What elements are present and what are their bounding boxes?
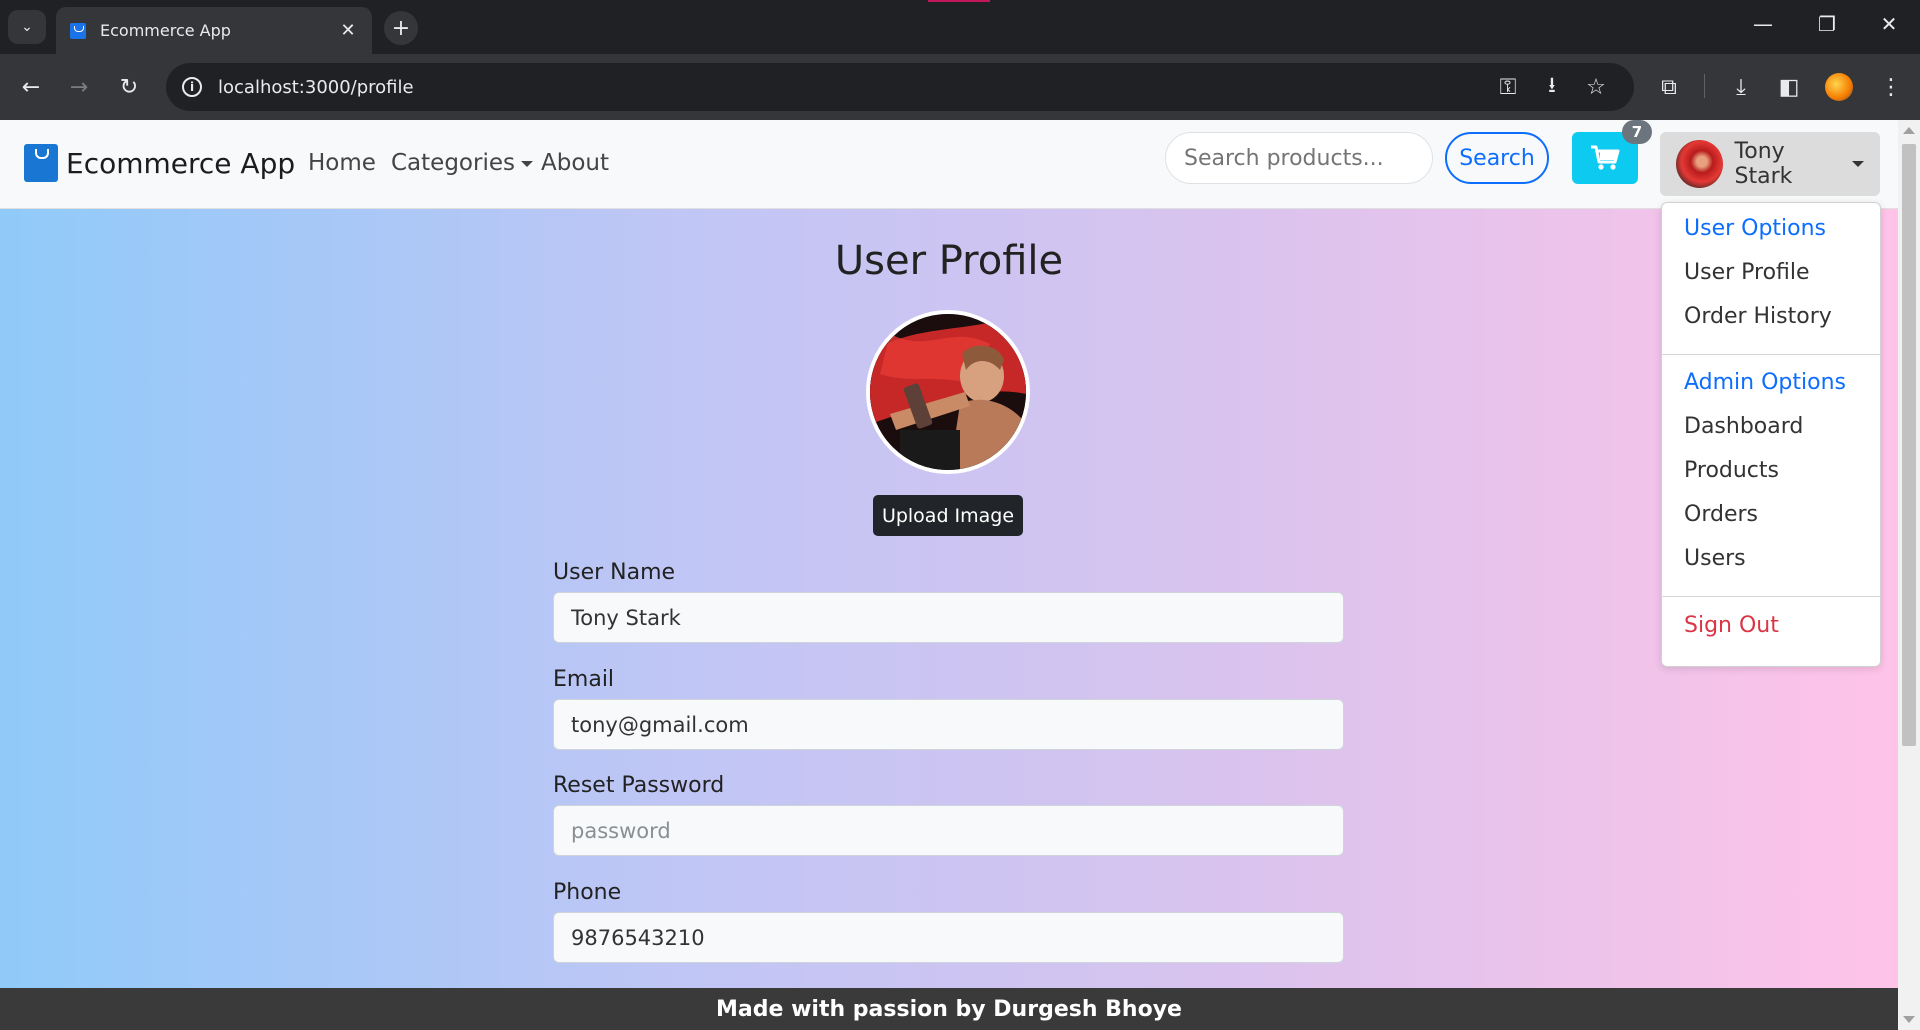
email-field[interactable] bbox=[553, 699, 1344, 750]
menu-item-dashboard[interactable]: Dashboard bbox=[1684, 414, 1803, 439]
user-dropdown-menu: User Options User Profile Order History … bbox=[1661, 202, 1881, 667]
phone-field[interactable] bbox=[553, 912, 1344, 963]
password-field[interactable] bbox=[553, 805, 1344, 856]
search-button[interactable]: Search bbox=[1445, 132, 1549, 184]
restore-icon[interactable]: ❐ bbox=[1812, 12, 1842, 36]
dropdown-header-admin: Admin Options bbox=[1684, 370, 1846, 395]
browser-tabbar: ⌄ Ecommerce App ✕ + — ❐ ✕ bbox=[0, 0, 1920, 54]
upload-image-button[interactable]: Upload Image bbox=[873, 495, 1023, 536]
download-icon[interactable]: ⤓ bbox=[1724, 70, 1758, 104]
recording-indicator bbox=[928, 0, 990, 2]
sidepanel-icon[interactable]: ◧ bbox=[1772, 70, 1806, 104]
dropdown-divider bbox=[1662, 354, 1880, 355]
user-name: Tony Stark bbox=[1734, 139, 1793, 189]
nav-categories[interactable]: Categories bbox=[391, 150, 533, 176]
username-label: User Name bbox=[553, 560, 676, 585]
menu-icon[interactable]: ⋮ bbox=[1874, 70, 1908, 104]
back-icon[interactable]: ← bbox=[14, 70, 48, 104]
install-icon[interactable]: ⭳ bbox=[1530, 68, 1574, 106]
password-label: Reset Password bbox=[553, 773, 725, 798]
tab-search-icon[interactable]: ⌄ bbox=[8, 10, 46, 44]
toolbar-divider bbox=[1704, 74, 1705, 98]
nav-home[interactable]: Home bbox=[308, 150, 376, 176]
user-menu-button[interactable]: Tony Stark bbox=[1660, 132, 1880, 196]
scroll-thumb[interactable] bbox=[1902, 144, 1916, 746]
profile-image bbox=[866, 310, 1030, 474]
nav-about[interactable]: About bbox=[541, 150, 609, 176]
page-scrollbar[interactable] bbox=[1898, 120, 1920, 1030]
browser-toolbar: ← → ↻ i localhost:3000/profile ⚿ ⭳ ☆ ⧉ ⤓… bbox=[0, 54, 1920, 120]
star-icon[interactable]: ☆ bbox=[1574, 75, 1618, 100]
menu-item-products[interactable]: Products bbox=[1684, 458, 1779, 483]
footer: Made with passion by Durgesh Bhoye bbox=[0, 988, 1898, 1030]
scroll-down-icon[interactable] bbox=[1903, 1016, 1915, 1023]
info-icon[interactable]: i bbox=[182, 77, 202, 97]
key-icon[interactable]: ⚿ bbox=[1486, 75, 1530, 100]
forward-icon[interactable]: → bbox=[62, 70, 96, 104]
close-icon[interactable]: ✕ bbox=[338, 20, 358, 41]
search-input[interactable] bbox=[1165, 132, 1433, 184]
menu-item-sign-out[interactable]: Sign Out bbox=[1684, 613, 1779, 638]
url-text[interactable]: localhost:3000/profile bbox=[218, 77, 1486, 98]
app-navbar: Ecommerce App Home Categories About Sear… bbox=[0, 120, 1898, 209]
reload-icon[interactable]: ↻ bbox=[112, 70, 146, 104]
scroll-up-icon[interactable] bbox=[1903, 127, 1915, 134]
page-title: User Profile bbox=[834, 238, 1064, 284]
username-field[interactable] bbox=[553, 592, 1344, 643]
profile-picture-art bbox=[870, 314, 1026, 470]
minimize-icon[interactable]: — bbox=[1748, 12, 1778, 36]
chevron-down-icon bbox=[1852, 161, 1864, 167]
cart-icon bbox=[1591, 145, 1620, 170]
email-label: Email bbox=[553, 667, 615, 692]
avatar bbox=[1676, 140, 1723, 188]
favicon-icon bbox=[70, 22, 86, 39]
phone-label: Phone bbox=[553, 880, 622, 905]
page-viewport: Ecommerce App Home Categories About Sear… bbox=[0, 120, 1898, 1030]
extensions-icon[interactable]: ⧉ bbox=[1652, 70, 1686, 104]
dropdown-header-user: User Options bbox=[1684, 216, 1827, 241]
menu-item-user-profile[interactable]: User Profile bbox=[1684, 260, 1810, 285]
menu-item-orders[interactable]: Orders bbox=[1684, 502, 1758, 527]
menu-item-order-history[interactable]: Order History bbox=[1684, 304, 1832, 329]
cart-count-badge: 7 bbox=[1622, 120, 1652, 144]
chevron-down-icon bbox=[520, 160, 533, 167]
menu-item-users[interactable]: Users bbox=[1684, 546, 1746, 571]
shopping-bag-icon bbox=[24, 144, 58, 182]
tab-title: Ecommerce App bbox=[100, 21, 231, 40]
nav-categories-label: Categories bbox=[391, 150, 515, 176]
new-tab-icon[interactable]: + bbox=[384, 11, 418, 45]
dropdown-divider bbox=[1662, 596, 1880, 597]
profile-avatar-icon[interactable] bbox=[1822, 70, 1856, 104]
window-close-icon[interactable]: ✕ bbox=[1874, 12, 1904, 36]
address-bar[interactable]: i localhost:3000/profile ⚿ ⭳ ☆ bbox=[166, 63, 1634, 111]
brand-link[interactable]: Ecommerce App bbox=[24, 144, 295, 182]
browser-tab[interactable]: Ecommerce App ✕ bbox=[56, 7, 372, 54]
brand-text: Ecommerce App bbox=[66, 146, 296, 180]
